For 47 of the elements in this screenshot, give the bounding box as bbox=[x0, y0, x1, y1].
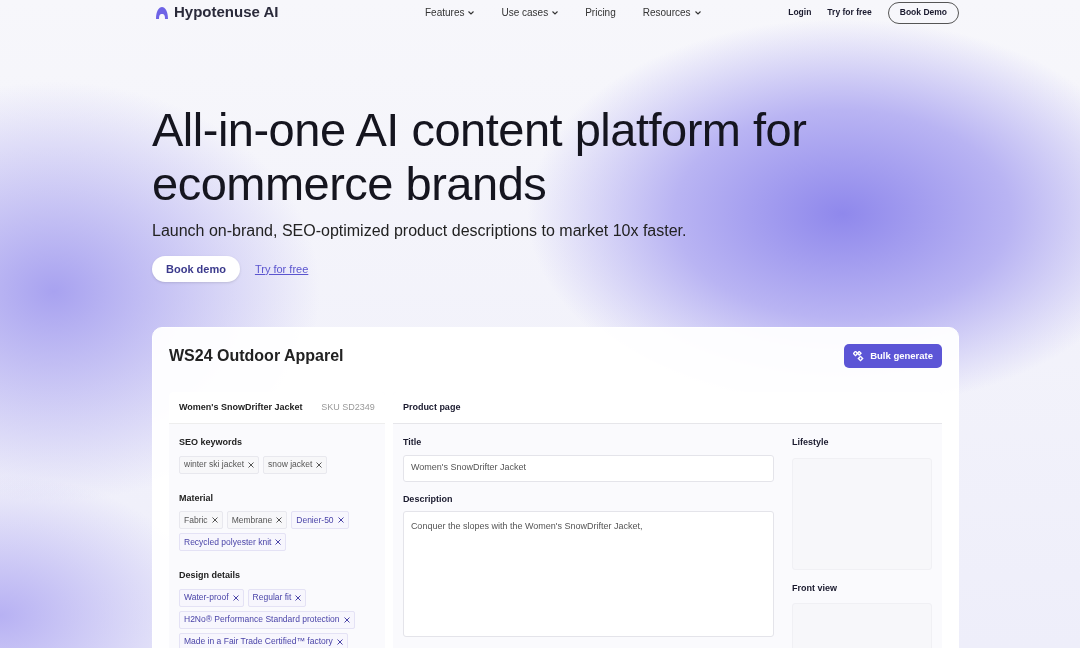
keyword-tag[interactable]: Recycled polyester knit bbox=[179, 533, 287, 551]
image-label: Front view bbox=[792, 581, 838, 595]
group-label: Material bbox=[179, 491, 214, 505]
hero-subheading: Launch on-brand, SEO-optimized product descriptions to market 10x faster. bbox=[152, 221, 688, 241]
login-link[interactable]: Login bbox=[788, 6, 812, 19]
close-icon[interactable] bbox=[232, 594, 239, 601]
field-label: Description bbox=[402, 492, 454, 506]
image-label: Lifestyle bbox=[792, 436, 830, 449]
nav-link[interactable]: Pricing bbox=[585, 5, 616, 20]
panel-heading: Product page bbox=[402, 400, 461, 414]
keyword-tag[interactable]: Fabric bbox=[179, 511, 223, 529]
close-icon[interactable] bbox=[276, 517, 283, 523]
nav-link[interactable]: Features bbox=[425, 5, 475, 20]
keyword-tag[interactable]: Water-proof bbox=[179, 588, 244, 607]
nav-link[interactable]: Resources bbox=[642, 5, 701, 20]
description-field[interactable]: Conquer the slopes with the Women's SnowDrifter Jacket, bbox=[402, 511, 774, 637]
logo-icon bbox=[155, 5, 169, 20]
hero-heading: All-in-one AI content platform for ecommerce brands bbox=[152, 103, 808, 211]
sku-label: SKU SD2349 bbox=[321, 400, 375, 414]
keyword-tag[interactable]: Made in a Fair Trade Certified™ factory bbox=[179, 632, 348, 648]
close-icon[interactable] bbox=[343, 616, 350, 623]
close-icon[interactable] bbox=[275, 539, 282, 545]
book-demo-button[interactable]: Book demo bbox=[152, 256, 240, 282]
brand-name: Hypotenuse AI bbox=[174, 2, 279, 23]
collection-title: WS24 Outdoor Apparel bbox=[169, 346, 344, 366]
try-free-link[interactable]: Try for free bbox=[827, 6, 872, 19]
field-label: Title bbox=[402, 436, 423, 449]
keyword-tag[interactable]: Denier-50 bbox=[291, 511, 349, 529]
close-icon[interactable] bbox=[211, 517, 218, 523]
keyword-tag[interactable]: Regular fit bbox=[247, 588, 307, 607]
close-icon[interactable] bbox=[337, 517, 344, 523]
keyword-tag[interactable]: Membrane bbox=[226, 511, 288, 529]
keyword-tag[interactable]: winter ski jacket bbox=[179, 455, 259, 474]
title-field[interactable]: Women's SnowDrifter Jacket bbox=[402, 454, 774, 482]
close-icon[interactable] bbox=[295, 594, 302, 601]
group-label: Design details bbox=[179, 569, 242, 582]
keyword-tag[interactable]: H2No® Performance Standard protection bbox=[179, 610, 355, 629]
group-label: SEO keywords bbox=[179, 436, 244, 449]
try-free-link[interactable]: Try for free bbox=[254, 260, 309, 278]
close-icon[interactable] bbox=[248, 461, 254, 468]
product-name: Women's SnowDrifter Jacket bbox=[179, 400, 303, 414]
keyword-tag[interactable]: snow jacket bbox=[263, 455, 328, 474]
bulk-generate-button[interactable]: Bulk generate bbox=[844, 344, 942, 368]
close-icon[interactable] bbox=[336, 638, 343, 645]
close-icon[interactable] bbox=[316, 461, 323, 468]
sparkle-icon bbox=[853, 350, 865, 362]
nav-link[interactable]: Use cases bbox=[501, 5, 559, 20]
